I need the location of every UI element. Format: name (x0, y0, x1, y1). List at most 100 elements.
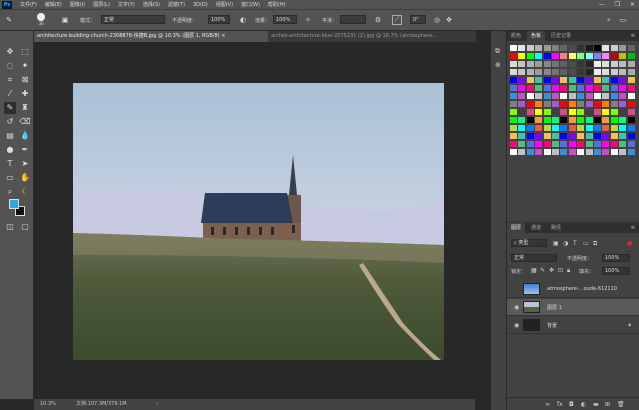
swatch[interactable] (610, 69, 618, 75)
document-canvas[interactable] (73, 83, 444, 360)
swatch[interactable] (568, 85, 576, 91)
fill-input[interactable]: 100% (602, 267, 630, 275)
swatch[interactable] (518, 125, 526, 131)
lock-all-icon[interactable]: 🔒︎ (567, 267, 570, 275)
swatch[interactable] (594, 133, 601, 139)
status-arrow-icon[interactable]: › (156, 399, 158, 410)
swatch[interactable] (526, 93, 534, 99)
swatch[interactable] (602, 53, 610, 59)
dodge-tool-icon[interactable]: ● (4, 144, 16, 156)
swatch[interactable] (535, 45, 543, 51)
swatch[interactable] (568, 101, 576, 107)
move-tool-icon[interactable]: ✥ (4, 46, 16, 58)
swatch[interactable] (619, 101, 627, 107)
swatch[interactable] (610, 45, 618, 51)
swatch[interactable] (594, 149, 601, 155)
zoom-tool-icon[interactable]: ⌕ (4, 186, 16, 198)
swatch[interactable] (568, 93, 576, 99)
swatch[interactable] (627, 125, 635, 131)
swatch[interactable] (510, 101, 517, 107)
swatch[interactable] (552, 77, 559, 83)
swatch[interactable] (526, 117, 534, 123)
swatch[interactable] (526, 77, 534, 83)
swatch[interactable] (510, 117, 517, 123)
marquee-tool-icon[interactable]: ⬚ (19, 46, 31, 58)
swatch[interactable] (560, 77, 568, 83)
screen-mode-icon[interactable]: ▢ (19, 221, 31, 233)
swatch[interactable] (552, 93, 559, 99)
swatch[interactable] (610, 141, 618, 147)
swatch[interactable] (619, 125, 627, 131)
swatch[interactable] (627, 93, 635, 99)
swatch[interactable] (577, 85, 585, 91)
swatch[interactable] (526, 133, 534, 139)
swatch[interactable] (526, 101, 534, 107)
visibility-icon[interactable]: ◉ (514, 322, 519, 329)
swatch[interactable] (526, 109, 534, 115)
swatch[interactable] (535, 93, 543, 99)
shape-tool-icon[interactable]: ▭ (4, 172, 16, 184)
swatch[interactable] (627, 77, 635, 83)
swatch[interactable] (602, 117, 610, 123)
swatch[interactable] (510, 133, 517, 139)
filter-pixel-icon[interactable]: ▣ (553, 240, 559, 247)
swatch[interactable] (535, 149, 543, 155)
new-layer-icon[interactable]: ⊞ (605, 401, 610, 408)
layer-row-background[interactable]: ◉ 背景 🔒︎ (507, 317, 639, 334)
tab-document-church[interactable]: architecture-building-church-2308878-快捷B… (34, 31, 269, 42)
swatch[interactable] (543, 77, 551, 83)
pen-tool-icon[interactable]: ✒ (19, 144, 31, 156)
brush-preset-icon[interactable]: ✎ (4, 15, 14, 25)
symmetry-icon[interactable]: ✥ (444, 15, 454, 25)
brush-tool-icon[interactable]: ✎ (4, 102, 16, 114)
swatch[interactable] (568, 61, 576, 67)
swatch[interactable] (568, 149, 576, 155)
gradient-tool-icon[interactable]: ▤ (4, 130, 16, 142)
add-mask-icon[interactable]: ◘ (569, 401, 574, 408)
visibility-off-icon[interactable]: ◉ (514, 286, 519, 293)
swatch[interactable] (552, 69, 559, 75)
filter-toggle-icon[interactable]: ● (627, 240, 632, 247)
swatch[interactable] (518, 85, 526, 91)
lasso-tool-icon[interactable]: ◌ (4, 60, 16, 72)
swatch[interactable] (510, 61, 517, 67)
swatch[interactable] (602, 149, 610, 155)
swatch[interactable] (543, 53, 551, 59)
swatch[interactable] (627, 149, 635, 155)
swatch[interactable] (594, 125, 601, 131)
menu-file[interactable]: 文件(F) (20, 1, 37, 8)
swatch[interactable] (535, 53, 543, 59)
filter-smart-icon[interactable]: ⧉ (593, 240, 597, 248)
menu-view[interactable]: 视图(V) (216, 1, 233, 8)
swatch[interactable] (535, 101, 543, 107)
swatch[interactable] (568, 109, 576, 115)
swatch[interactable] (577, 69, 585, 75)
swatch[interactable] (560, 101, 568, 107)
menu-window[interactable]: 窗口(W) (241, 1, 260, 8)
swatch[interactable] (543, 149, 551, 155)
pressure-size-icon[interactable]: ◎ (432, 15, 442, 25)
swatch[interactable] (610, 101, 618, 107)
swatch[interactable] (610, 85, 618, 91)
swatch[interactable] (568, 125, 576, 131)
swatch[interactable] (585, 141, 593, 147)
swatch[interactable] (577, 117, 585, 123)
swatch[interactable] (577, 141, 585, 147)
swatch[interactable] (577, 61, 585, 67)
swatch[interactable] (585, 93, 593, 99)
swatch[interactable] (560, 61, 568, 67)
swatch[interactable] (526, 141, 534, 147)
swatch[interactable] (560, 141, 568, 147)
menu-3d[interactable]: 3D(D) (193, 2, 208, 8)
swatch[interactable] (568, 133, 576, 139)
new-group-icon[interactable]: ▬ (593, 401, 599, 408)
banana-icon[interactable]: ☾ (19, 186, 31, 198)
swatch[interactable] (577, 125, 585, 131)
swatch[interactable] (560, 133, 568, 139)
visibility-icon[interactable]: ◉ (514, 304, 519, 311)
swatch[interactable] (594, 45, 601, 51)
swatch[interactable] (560, 117, 568, 123)
swatch[interactable] (627, 53, 635, 59)
swatch[interactable] (619, 77, 627, 83)
swatch[interactable] (602, 45, 610, 51)
